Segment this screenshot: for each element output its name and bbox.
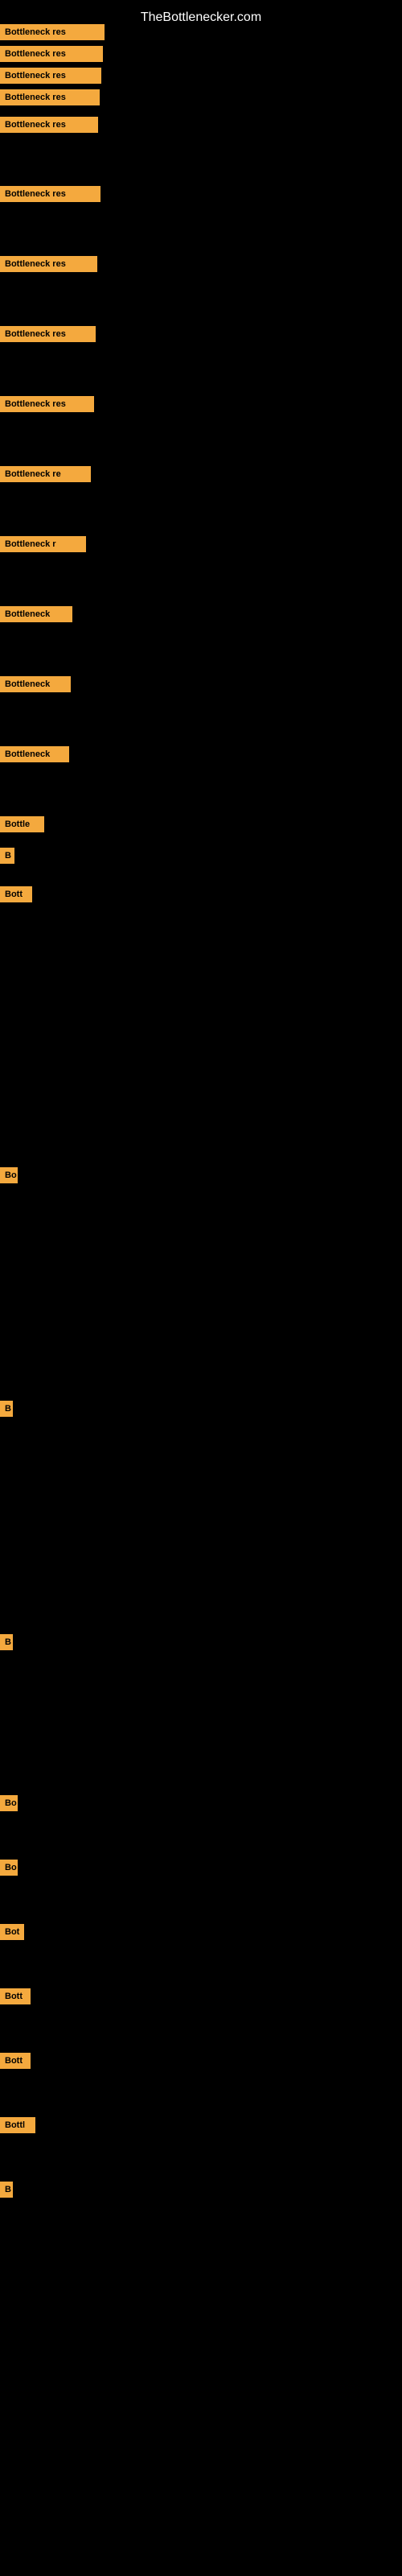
bottleneck-item-12: Bottleneck xyxy=(0,606,72,622)
bottleneck-item-21: Bo xyxy=(0,1795,18,1811)
bottleneck-item-17: Bott xyxy=(0,886,32,902)
bottleneck-item-20: B xyxy=(0,1634,13,1650)
bottleneck-item-5: Bottleneck res xyxy=(0,117,98,133)
bottleneck-item-3: Bottleneck res xyxy=(0,68,101,84)
bottleneck-item-8: Bottleneck res xyxy=(0,326,96,342)
bottleneck-item-22: Bo xyxy=(0,1860,18,1876)
bottleneck-item-26: Bottl xyxy=(0,2117,35,2133)
bottleneck-item-1: Bottleneck res xyxy=(0,24,105,40)
bottleneck-item-6: Bottleneck res xyxy=(0,186,100,202)
bottleneck-item-14: Bottleneck xyxy=(0,746,69,762)
bottleneck-item-25: Bott xyxy=(0,2053,31,2069)
bottleneck-item-7: Bottleneck res xyxy=(0,256,97,272)
bottleneck-item-4: Bottleneck res xyxy=(0,89,100,105)
bottleneck-item-10: Bottleneck re xyxy=(0,466,91,482)
bottleneck-item-16: B xyxy=(0,848,14,864)
bottleneck-item-19: B xyxy=(0,1401,13,1417)
bottleneck-item-9: Bottleneck res xyxy=(0,396,94,412)
bottleneck-item-24: Bott xyxy=(0,1988,31,2004)
bottleneck-item-15: Bottle xyxy=(0,816,44,832)
bottleneck-item-13: Bottleneck xyxy=(0,676,71,692)
bottleneck-item-27: B xyxy=(0,2182,13,2198)
bottleneck-item-2: Bottleneck res xyxy=(0,46,103,62)
bottleneck-item-18: Bo xyxy=(0,1167,18,1183)
bottleneck-item-23: Bot xyxy=(0,1924,24,1940)
bottleneck-item-11: Bottleneck r xyxy=(0,536,86,552)
